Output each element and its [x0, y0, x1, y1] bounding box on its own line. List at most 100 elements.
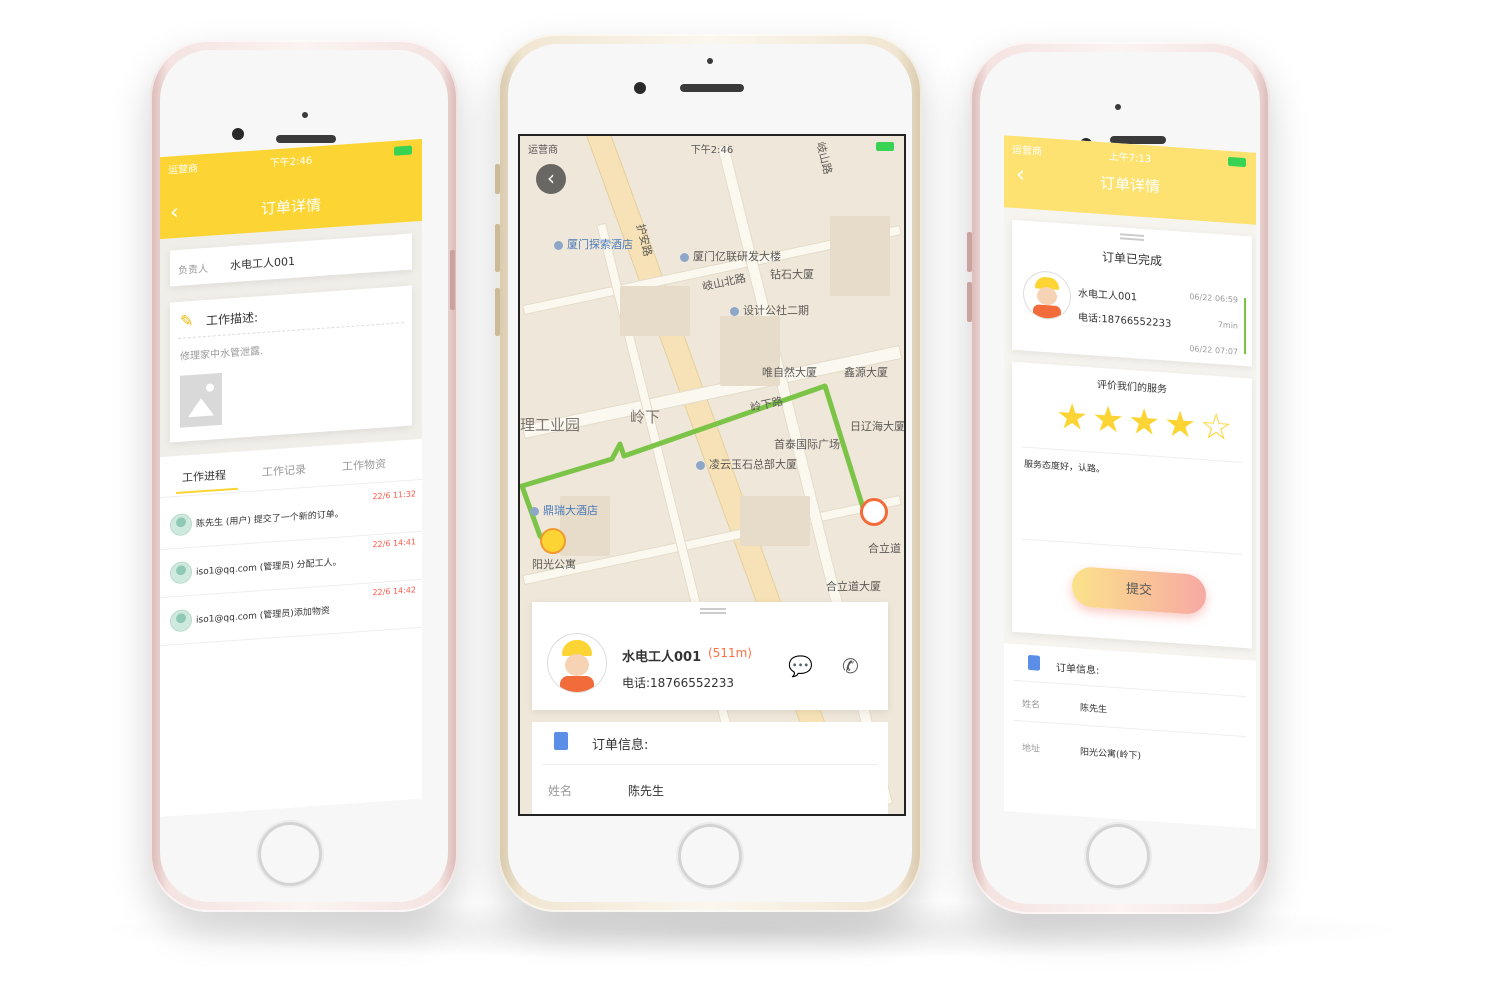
star-icon[interactable]: ★	[1164, 403, 1196, 446]
star-icon[interactable]: ★	[1128, 401, 1160, 444]
right-phone-volume-up	[967, 232, 972, 272]
divider	[542, 764, 878, 765]
drag-handle-icon[interactable]	[700, 608, 726, 610]
addr-value: 阳光公寓(岭下)	[1080, 747, 1142, 762]
tab-materials[interactable]: 工作物资	[342, 455, 386, 474]
order-info-title: 订单信息:	[592, 738, 649, 753]
name-value: 陈先生	[1080, 703, 1108, 716]
order-info-card: 订单信息: 姓名 陈先生	[532, 722, 888, 814]
left-phone-camera	[232, 128, 244, 140]
work-desc-title: 工作描述:	[206, 310, 259, 328]
owner-value: 水电工人001	[230, 254, 295, 273]
timeline-bar	[1244, 297, 1246, 355]
addr-label: 地址	[1022, 743, 1041, 755]
document-icon	[1028, 654, 1040, 671]
middle-phone-volume-up	[495, 224, 500, 272]
progress-panel: 工作进程 工作记录 工作物资 陈先生 (用户) 提交了一个新的订单。 22/6 …	[160, 438, 422, 818]
worker-name: 水电工人001	[1078, 288, 1138, 304]
progress-text: iso1@qq.com (管理员)添加物资	[196, 606, 330, 626]
worker-phone: 电话:18766552233	[622, 676, 735, 690]
completed-card: 订单已完成 水电工人001 电话:18766552233 06/22 06:59…	[1012, 219, 1252, 367]
tab-records[interactable]: 工作记录	[262, 461, 306, 480]
progress-time: 22/6 14:42	[372, 585, 416, 598]
submit-button[interactable]: 提交	[1072, 565, 1206, 616]
map-label: 厦门探索酒店	[554, 236, 633, 252]
map-label: 厦门亿联研发大楼	[680, 248, 781, 264]
completed-title: 订单已完成	[1101, 250, 1162, 269]
map-label: 阳光公寓	[532, 558, 576, 571]
left-phone-screen: 运营商 下午2:46 ‹ 订单详情 负责人 水电工人001 ✎ 工作描述: 修理…	[160, 138, 422, 818]
right-phone-sensor	[1115, 104, 1121, 110]
order-info-title: 订单信息:	[1056, 662, 1100, 677]
battery-icon	[394, 145, 412, 156]
name-value: 陈先生	[628, 784, 665, 798]
time-start: 06/22 06:59	[1189, 292, 1238, 305]
rating-card: 评价我们的服务 ★ ★ ★ ★ ☆ 服务态度好，认路。 提交	[1012, 361, 1252, 649]
back-button[interactable]: ‹	[536, 164, 566, 194]
name-label: 姓名	[548, 784, 573, 798]
image-placeholder-icon[interactable]	[180, 372, 222, 428]
left-phone-speaker	[276, 135, 336, 143]
progress-time: 22/6 14:41	[372, 537, 416, 550]
battery-icon	[1228, 156, 1246, 168]
map-label: 首泰国际广场	[774, 438, 840, 451]
map-label: 鼎瑞大酒店	[530, 502, 598, 518]
progress-time: 22/6 11:32	[372, 489, 416, 502]
right-phone: 运营商 上午7:13 ‹ 订单详情 订单已完成 水电工人001 电话:18766…	[967, 42, 1270, 914]
order-info-card: 订单信息: 姓名 陈先生 地址 阳光公寓(岭下)	[1004, 643, 1256, 829]
left-phone: 运营商 下午2:46 ‹ 订单详情 负责人 水电工人001 ✎ 工作描述: 修理…	[150, 40, 458, 912]
comment-text[interactable]: 服务态度好，认路。	[1024, 457, 1105, 476]
middle-statusbar: 运营商 下午2:46	[520, 136, 904, 158]
map-label: 凌云玉石总部大厦	[696, 456, 797, 472]
worker-name: 水电工人001	[622, 650, 702, 665]
right-phone-volume-down	[967, 282, 972, 322]
divider	[1014, 679, 1246, 698]
progress-text: 陈先生 (用户) 提交了一个新的订单。	[196, 509, 344, 530]
right-phone-home-button[interactable]	[1086, 824, 1150, 888]
battery-icon	[876, 142, 894, 151]
status-time: 下午2:46	[690, 145, 734, 156]
map-view[interactable]: 岐山路 厦门探索酒店 护安路 厦门亿联研发大楼 岐山北路 钻石大厦 设计公社二期…	[520, 136, 904, 814]
duration: 7min	[1217, 320, 1238, 331]
middle-phone-screen: 岐山路 厦门探索酒店 护安路 厦门亿联研发大楼 岐山北路 钻石大厦 设计公社二期…	[518, 134, 906, 816]
phone-icon[interactable]: ✆	[842, 654, 859, 678]
worker-phone: 电话:18766552233	[1078, 312, 1172, 330]
star-icon[interactable]: ★	[1056, 396, 1088, 439]
map-label: 鑫源大厦	[844, 366, 888, 379]
document-icon	[554, 732, 568, 750]
owner-label: 负责人	[178, 263, 208, 277]
middle-phone-speaker	[680, 84, 744, 92]
map-label: 理工业园	[520, 416, 581, 434]
tab-progress[interactable]: 工作进程	[182, 467, 226, 486]
work-desc-text: 修理家中水管泄露.	[180, 345, 264, 363]
middle-phone-home-button[interactable]	[678, 824, 742, 888]
right-phone-screen: 运营商 上午7:13 ‹ 订单详情 订单已完成 水电工人001 电话:18766…	[1004, 135, 1256, 829]
map-label: 钻石大厦	[770, 268, 814, 281]
destination-marker-icon[interactable]	[540, 528, 566, 554]
map-label: 合立道大厦	[826, 580, 881, 593]
left-phone-home-button[interactable]	[258, 822, 322, 886]
star-outline-icon[interactable]: ☆	[1200, 406, 1232, 449]
worker-distance: (511m)	[708, 646, 752, 660]
divider	[1022, 538, 1242, 555]
drag-handle-icon[interactable]	[1120, 233, 1144, 237]
middle-phone-mute-switch	[495, 164, 500, 194]
left-phone-sensor	[302, 112, 308, 118]
chat-bubble-icon[interactable]: 💬	[788, 654, 813, 678]
avatar	[1024, 270, 1070, 320]
avatar	[170, 512, 192, 537]
map-label: 唯自然大厦	[762, 366, 817, 379]
avatar	[170, 560, 192, 585]
work-desc-card: ✎ 工作描述: 修理家中水管泄露.	[170, 285, 412, 443]
worker-card: 水电工人001 (511m) 电话:18766552233 💬 ✆	[532, 602, 888, 710]
middle-phone-camera	[634, 82, 646, 94]
map-label: 日辽海大厦	[850, 420, 905, 433]
name-label: 姓名	[1022, 699, 1041, 711]
time-end: 06/22 07:07	[1189, 344, 1238, 357]
pencil-icon: ✎	[180, 310, 194, 331]
middle-phone: 岐山路 厦门探索酒店 护安路 厦门亿联研发大楼 岐山北路 钻石大厦 设计公社二期…	[495, 34, 922, 912]
tab-active-indicator	[176, 487, 238, 495]
worker-marker-icon[interactable]	[860, 498, 888, 526]
star-icon[interactable]: ★	[1092, 398, 1124, 441]
divider	[1014, 719, 1246, 738]
